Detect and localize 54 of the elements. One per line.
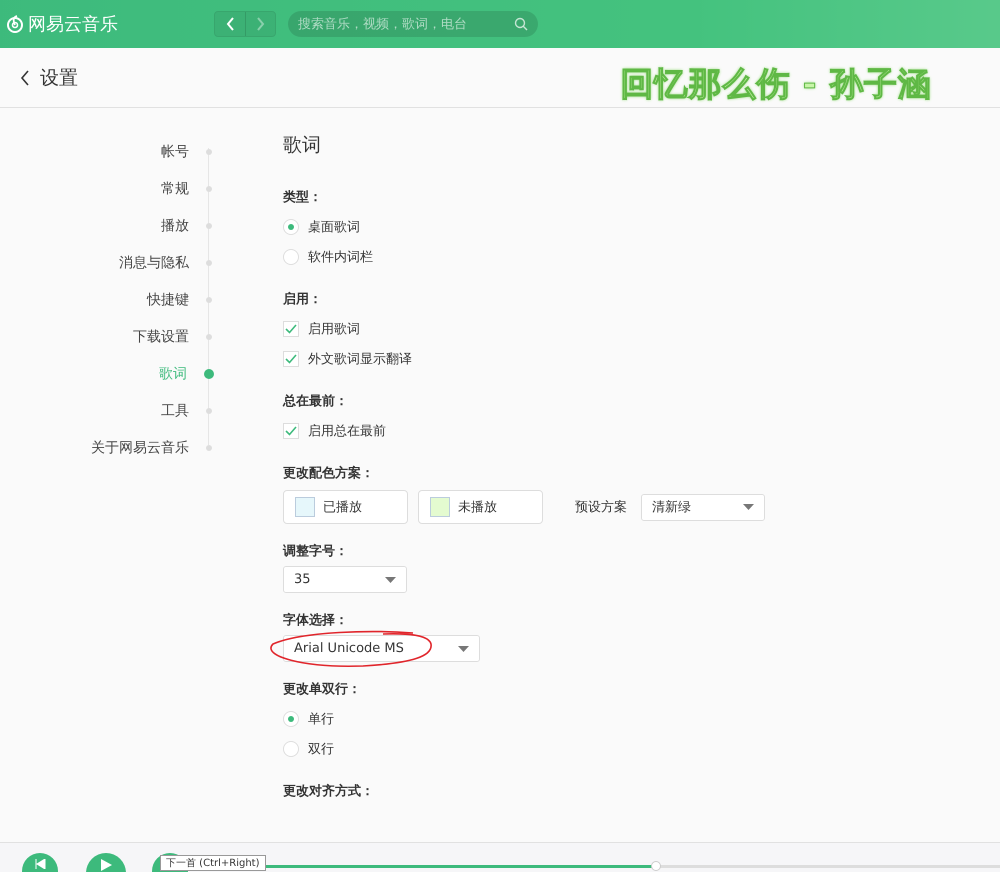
checkbox[interactable] [283,351,299,367]
sidebar-item[interactable]: 工具 [161,392,222,429]
forward-button[interactable] [245,12,275,36]
radio-button[interactable] [283,711,299,727]
back-button[interactable] [215,12,245,36]
checkbox-option[interactable]: 启用总在最前 [283,416,765,446]
sidebar-item[interactable]: 常规 [161,170,222,207]
radio-option[interactable]: 双行 [283,734,765,764]
sidebar-item[interactable]: 关于网易云音乐 [91,429,222,466]
group-label: 调整字号： [283,542,349,560]
caret-icon [385,576,396,582]
dropdown[interactable]: 35 [283,566,407,593]
checkbox[interactable] [283,321,299,337]
checkbox-option[interactable]: 启用歌词 [283,314,765,344]
sidebar-item[interactable]: 下载设置 [133,318,222,355]
radio-option[interactable]: 软件内词栏 [283,242,765,272]
caret-icon [458,646,469,652]
group-label: 更改单双行： [283,681,362,698]
caret-icon [743,504,754,510]
radio-button[interactable] [283,219,299,235]
group-label: 更改对齐方式： [283,782,375,800]
back-link[interactable]: 设置 [20,64,78,90]
previous-icon [34,859,46,869]
color-button[interactable]: 已播放 [283,490,408,524]
section-title: 歌词 [283,133,322,158]
chevron-right-icon [256,17,265,31]
preset-label: 预设方案 [575,499,627,516]
logo-icon [6,15,24,33]
checkbox[interactable] [283,423,299,439]
tooltip: 下一首 (Ctrl+Right) [160,855,266,871]
group-label: 总在最前： [283,393,349,410]
chevron-left-icon [226,17,234,31]
radio-option[interactable]: 单行 [283,704,765,734]
search-icon [514,17,528,31]
desktop-lyric: 回忆那么伤 - 孙子涵 [620,63,932,105]
radio-button[interactable] [283,741,299,757]
radio-button[interactable] [283,249,299,265]
radio-option[interactable]: 桌面歌词 [283,212,765,242]
sidebar-item[interactable]: 消息与隐私 [119,244,222,281]
app-name: 网易云音乐 [28,13,119,36]
checkbox-option[interactable]: 外文歌词显示翻译 [283,344,765,374]
progress-thumb[interactable] [650,861,661,871]
group-label: 启用： [283,290,323,308]
group-label: 类型： [283,189,323,206]
dropdown[interactable]: Arial Unicode MS [283,635,480,662]
play-icon [100,859,112,871]
chevron-left-icon [20,70,30,86]
color-button[interactable]: 未播放 [418,490,543,524]
sidebar-item[interactable]: 快捷键 [147,281,222,318]
preset-dropdown[interactable]: 清新绿 [641,494,765,520]
sidebar-item[interactable]: 播放 [161,207,222,244]
group-label: 更改配色方案： [283,464,375,482]
group-label: 字体选择： [283,612,349,629]
sidebar-item[interactable]: 帐号 [161,133,222,170]
